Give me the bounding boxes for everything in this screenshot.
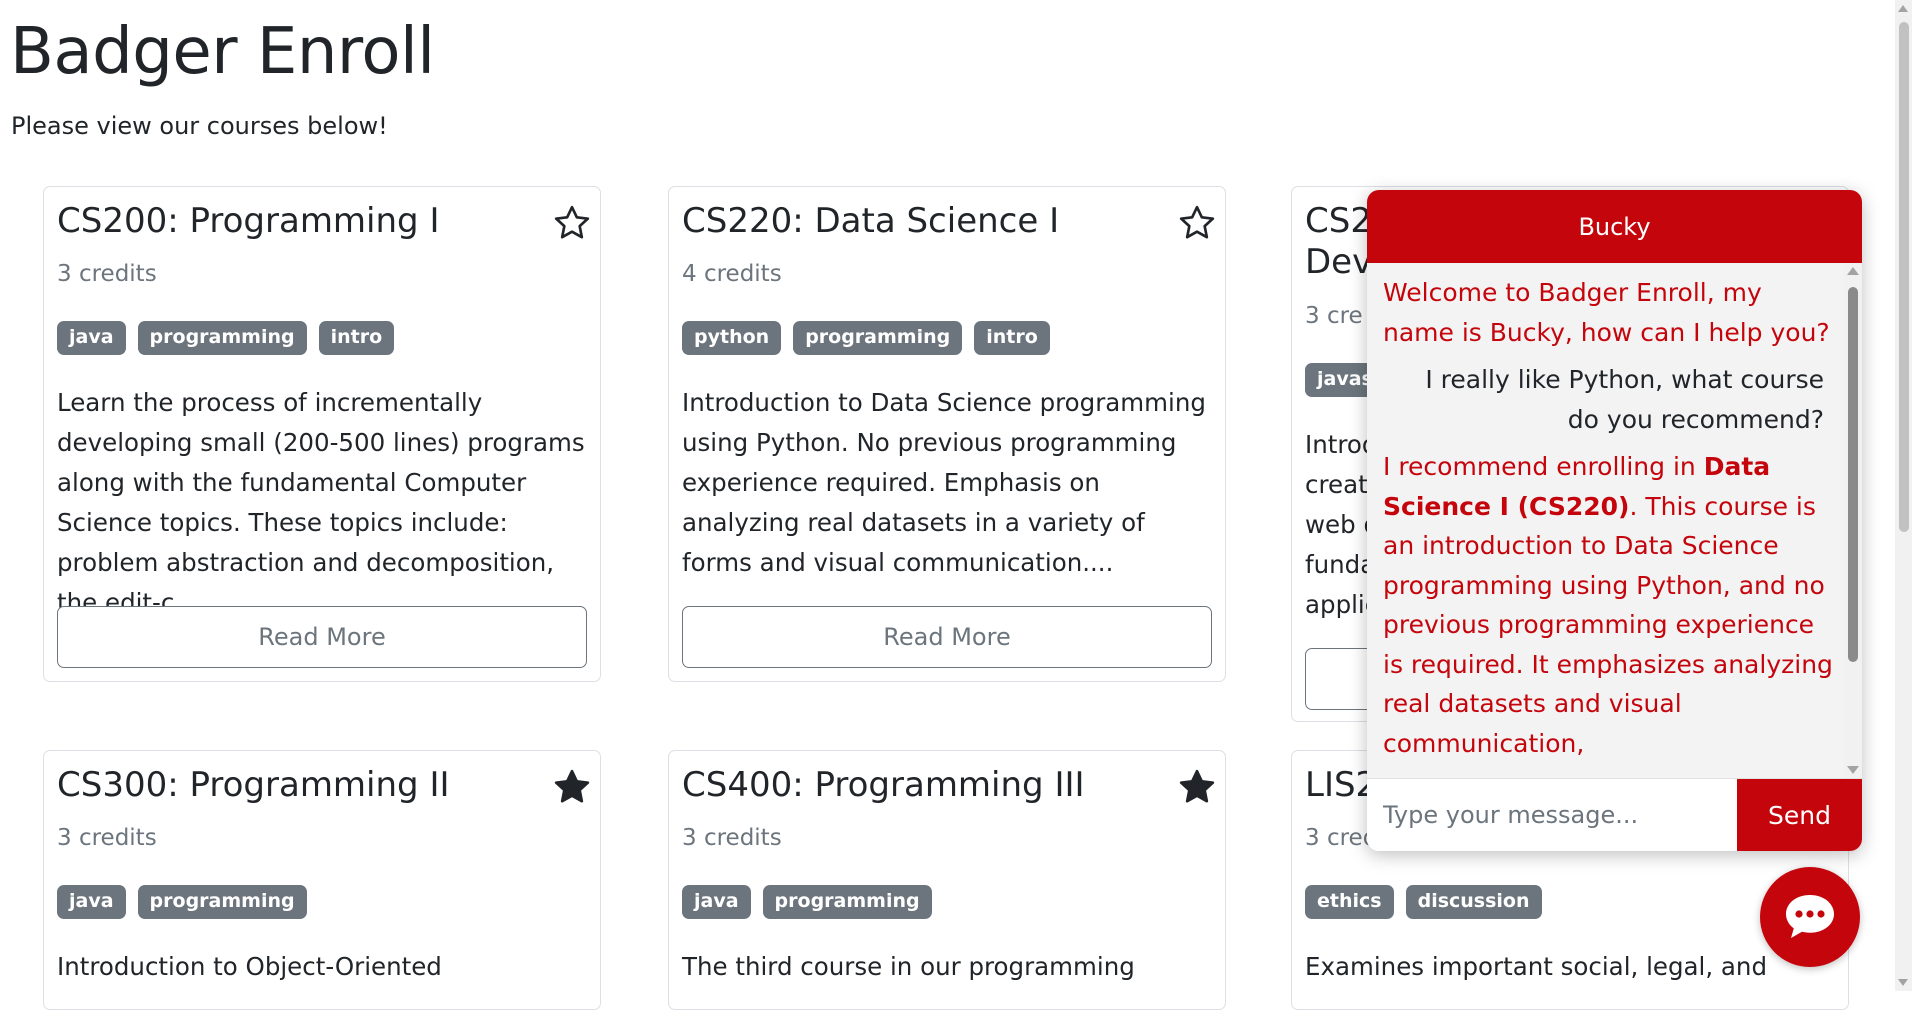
tag-badge: programming — [762, 885, 932, 919]
course-card-cs200: CS200: Programming I 3 credits java prog… — [43, 186, 601, 682]
course-title: CS200: Programming I — [57, 201, 440, 241]
page-title: Badger Enroll — [10, 15, 435, 89]
course-title: CS300: Programming II — [57, 765, 450, 805]
tag-list: ethics discussion — [1305, 885, 1542, 919]
chat-window: Bucky Welcome to Badger Enroll, my name … — [1367, 190, 1862, 851]
tag-badge: python — [682, 321, 782, 355]
course-card-cs400: CS400: Programming III 3 credits java pr… — [668, 750, 1226, 1010]
tag-badge: java — [57, 885, 126, 919]
course-description: The third course in our programming — [682, 952, 1135, 981]
chat-scrollbar[interactable] — [1844, 263, 1862, 778]
chat-input-row: Send — [1367, 778, 1862, 851]
message-text: I recommend enrolling in — [1383, 452, 1704, 481]
tag-list: java programming intro — [57, 321, 395, 355]
read-more-button[interactable]: Read More — [682, 606, 1212, 668]
course-description: Introduction to Object-Oriented — [57, 952, 442, 981]
chat-toggle-button[interactable] — [1760, 867, 1860, 967]
scroll-up-arrow-icon[interactable] — [1898, 5, 1908, 12]
course-description: Learn the process of incrementally devel… — [57, 388, 585, 617]
tag-badge: java — [682, 885, 751, 919]
tag-list: java programming — [57, 885, 307, 919]
course-credits: 3 cre — [1305, 303, 1363, 329]
star-outline-icon[interactable] — [1177, 203, 1217, 243]
page-scrollbar[interactable] — [1895, 0, 1912, 991]
tag-list: python programming intro — [682, 321, 1050, 355]
course-card-cs220: CS220: Data Science I 4 credits python p… — [668, 186, 1226, 682]
tag-badge: programming — [793, 321, 963, 355]
page-scroll-thumb[interactable] — [1899, 22, 1909, 532]
read-more-button[interactable]: Read More — [57, 606, 587, 668]
chat-message-input[interactable] — [1367, 779, 1737, 851]
chat-messages[interactable]: Welcome to Badger Enroll, my name is Buc… — [1367, 263, 1862, 778]
course-description: Introduction to Data Science programming… — [682, 388, 1206, 577]
chat-bubble-icon — [1786, 895, 1834, 938]
star-filled-icon[interactable] — [552, 767, 592, 807]
tag-badge: intro — [974, 321, 1050, 355]
course-credits: 4 credits — [682, 261, 782, 287]
course-title: CS400: Programming III — [682, 765, 1085, 805]
tag-badge: ethics — [1305, 885, 1394, 919]
tag-badge: programming — [137, 885, 307, 919]
bot-message: Welcome to Badger Enroll, my name is Buc… — [1383, 278, 1830, 347]
course-card-cs300: CS300: Programming II 3 credits java pro… — [43, 750, 601, 1010]
star-outline-icon[interactable] — [552, 203, 592, 243]
star-filled-icon[interactable] — [1177, 767, 1217, 807]
tag-list: java programming — [682, 885, 932, 919]
bot-message: I recommend enrolling in Data Science I … — [1383, 447, 1833, 763]
course-title: CS220: Data Science I — [682, 201, 1060, 241]
user-message: I really like Python, what course do you… — [1425, 365, 1824, 434]
page-subtitle: Please view our courses below! — [11, 112, 388, 140]
tag-badge: intro — [318, 321, 395, 355]
tag-badge: discussion — [1405, 885, 1542, 919]
course-title: CS2 Dev — [1305, 201, 1372, 283]
tag-badge: java — [57, 321, 126, 355]
course-title-line: Dev — [1305, 242, 1373, 282]
message-text: . This course is an introduction to Data… — [1383, 491, 1833, 758]
tag-badge: programming — [137, 321, 307, 355]
course-credits: 3 credits — [57, 261, 157, 287]
chat-header: Bucky — [1367, 190, 1862, 263]
scroll-up-arrow-icon[interactable] — [1847, 267, 1859, 275]
scroll-down-arrow-icon[interactable] — [1898, 979, 1908, 986]
course-credits: 3 credits — [57, 825, 157, 851]
send-button[interactable]: Send — [1737, 779, 1862, 851]
course-description: Examines important social, legal, and — [1305, 952, 1767, 981]
course-title-line: CS2 — [1305, 201, 1372, 241]
course-credits: 3 credits — [682, 825, 782, 851]
chat-scroll-thumb[interactable] — [1848, 287, 1858, 662]
scroll-down-arrow-icon[interactable] — [1847, 766, 1859, 774]
